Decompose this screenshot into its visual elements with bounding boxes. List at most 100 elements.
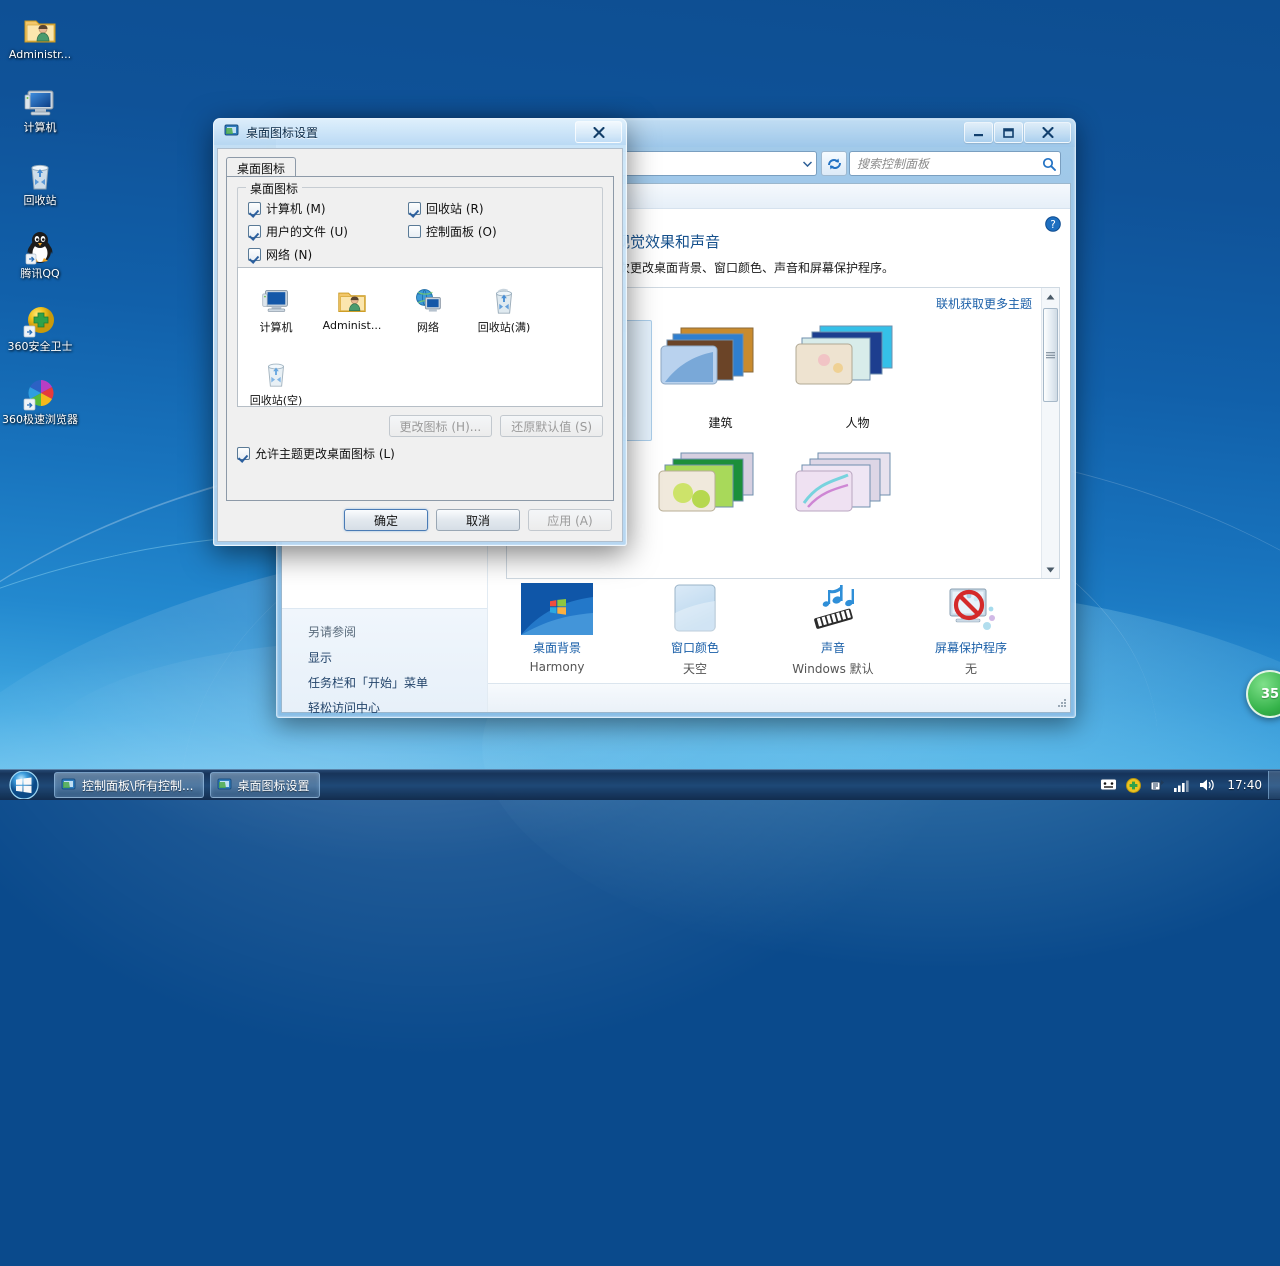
icon-action-buttons: 更改图标 (H)... 还原默认值 (S): [388, 415, 603, 437]
search-icon: [1038, 157, 1060, 171]
checkbox-label: 回收站 (R): [426, 202, 484, 216]
preview-row: 回收站(空): [238, 347, 602, 408]
window-controls: [964, 122, 1071, 143]
checkbox-computer[interactable]: 计算机 (M): [248, 200, 408, 217]
close-button[interactable]: [1024, 122, 1071, 143]
recycle-bin-icon: [0, 150, 80, 192]
apply-button[interactable]: 应用 (A): [528, 509, 612, 531]
dialog-titlebar[interactable]: 桌面图标设置: [214, 119, 626, 145]
option-window-color[interactable]: 窗口颜色 天空: [626, 579, 764, 677]
checkbox-label: 控制面板 (O): [426, 225, 497, 239]
icon-preview-panel[interactable]: 计算机 Administ... 网络 回收站(满) 回收站(空): [237, 267, 603, 407]
theme-item[interactable]: [789, 447, 926, 551]
checkbox-label: 计算机 (M): [266, 202, 326, 216]
ok-button[interactable]: 确定: [344, 509, 428, 531]
safe-eject-icon[interactable]: [1150, 778, 1165, 792]
preview-item-computer[interactable]: 计算机: [238, 274, 314, 335]
minimize-button[interactable]: [964, 122, 993, 143]
scroll-up-arrow-icon[interactable]: [1042, 288, 1059, 305]
desktop-icon-360-browser[interactable]: 360极速浏览器: [0, 369, 80, 426]
360-widget-value: 35: [1260, 686, 1280, 702]
option-desktop-background[interactable]: 桌面背景 Harmony: [488, 579, 626, 674]
input-method-icon[interactable]: [1100, 778, 1118, 792]
preview-item-user-files[interactable]: Administ...: [314, 274, 390, 335]
theme-item[interactable]: [652, 447, 789, 551]
desktop-icon-qq[interactable]: 腾讯QQ: [0, 223, 80, 280]
dialog-app-icon: [224, 124, 239, 141]
preview-label: 回收站(满): [477, 321, 531, 334]
taskbar-clock[interactable]: 17:40: [1221, 778, 1268, 792]
see-also-link-ease-of-access[interactable]: 轻松访问中心: [308, 699, 487, 716]
360-shield-icon[interactable]: [1126, 777, 1142, 793]
change-icon-button[interactable]: 更改图标 (H)...: [388, 415, 493, 437]
network-signal-icon[interactable]: [1174, 779, 1190, 792]
theme-list-scrollbar[interactable]: [1041, 288, 1059, 578]
checkbox-network[interactable]: 网络 (N): [248, 246, 408, 263]
start-button[interactable]: [0, 770, 48, 800]
option-title: 窗口颜色: [670, 641, 719, 655]
dialog-close-button[interactable]: [575, 121, 622, 143]
desktop-icon-label: 360安全卫士: [7, 340, 73, 353]
checkbox-user-files[interactable]: 用户的文件 (U): [248, 223, 408, 240]
refresh-button[interactable]: [821, 151, 847, 176]
checkbox-box[interactable]: [248, 225, 261, 238]
checkbox-box[interactable]: [248, 202, 261, 215]
desktop-icon-settings-dialog[interactable]: 桌面图标设置 桌面图标 桌面图标 计算机 (M) 用户的文件 (U) 网络 (N…: [213, 118, 627, 546]
option-sound[interactable]: 声音 Windows 默认: [764, 579, 902, 677]
desktop-icon-label: 腾讯QQ: [20, 267, 60, 280]
see-also-link-taskbar[interactable]: 任务栏和「开始」菜单: [308, 674, 487, 691]
chevron-down-icon[interactable]: [798, 153, 816, 174]
checkbox-recycle-bin[interactable]: 回收站 (R): [408, 200, 568, 217]
desktop-icon-administrator[interactable]: Administr...: [0, 4, 80, 61]
theme-thumbnail: [657, 451, 785, 537]
theme-item[interactable]: 建筑: [652, 320, 789, 441]
svg-text:?: ?: [1050, 219, 1056, 231]
preview-label: Administ...: [322, 319, 382, 332]
preview-item-recycle-empty[interactable]: 回收站(空): [238, 347, 314, 408]
checkbox-box[interactable]: [237, 447, 250, 460]
search-box[interactable]: 搜索控制面板: [849, 151, 1061, 176]
theme-thumbnail: [794, 324, 922, 410]
scroll-down-arrow-icon[interactable]: [1042, 561, 1059, 578]
tab-desktop-icons[interactable]: 桌面图标: [226, 157, 297, 177]
see-also-header: 另请参阅: [308, 625, 357, 639]
checkbox-column-left: 计算机 (M) 用户的文件 (U) 网络 (N): [248, 200, 408, 269]
volume-icon[interactable]: [1199, 778, 1215, 792]
checkbox-control-panel[interactable]: 控制面板 (O): [408, 223, 568, 240]
desktop-icon-recycle-bin[interactable]: 回收站: [0, 150, 80, 207]
preview-item-network[interactable]: 网络: [390, 274, 466, 335]
checkbox-box[interactable]: [248, 248, 261, 261]
theme-item[interactable]: 人物: [789, 320, 926, 441]
qq-penguin-icon: [0, 223, 80, 265]
desktop-icon-360-safe[interactable]: 360安全卫士: [0, 296, 80, 353]
wallpaper-icon: [488, 579, 626, 639]
user-folder-icon: [314, 280, 390, 316]
control-panel-icon: [217, 778, 231, 790]
preview-item-recycle-full[interactable]: 回收站(满): [466, 274, 542, 335]
cancel-button[interactable]: 取消: [436, 509, 520, 531]
restore-default-button[interactable]: 还原默认值 (S): [500, 415, 603, 437]
scrollbar-thumb[interactable]: [1043, 308, 1058, 402]
help-icon[interactable]: ?: [1045, 216, 1061, 232]
desktop-icon-computer[interactable]: 计算机: [0, 77, 80, 134]
dialog-title: 桌面图标设置: [246, 125, 319, 140]
preview-row: 计算机 Administ... 网络 回收站(满): [238, 274, 602, 335]
option-screensaver[interactable]: 屏幕保护程序 无: [902, 579, 1040, 677]
network-icon: [390, 280, 466, 316]
system-tray: [1100, 777, 1221, 793]
maximize-button[interactable]: [994, 122, 1023, 143]
checkbox-box[interactable]: [408, 225, 421, 238]
see-also-link-display[interactable]: 显示: [308, 649, 487, 666]
checkbox-box[interactable]: [408, 202, 421, 215]
resize-grip-icon[interactable]: [1055, 697, 1067, 709]
taskbar-button-desktop-icon-settings[interactable]: 桌面图标设置: [209, 772, 320, 798]
dialog-client: 桌面图标 桌面图标 计算机 (M) 用户的文件 (U) 网络 (N) 回收站 (…: [217, 148, 623, 542]
show-desktop-button[interactable]: [1268, 771, 1280, 799]
checkbox-label: 网络 (N): [266, 248, 313, 262]
window-color-icon: [626, 579, 764, 639]
checkbox-allow-theme-change-icons[interactable]: 允许主题更改桌面图标 (L): [237, 445, 395, 462]
search-input[interactable]: 搜索控制面板: [850, 155, 1038, 172]
online-themes-link[interactable]: 联机获取更多主题: [936, 295, 1032, 312]
taskbar-button-control-panel[interactable]: 控制面板\所有控制...: [54, 772, 204, 798]
preview-label: 回收站(空): [249, 394, 303, 407]
